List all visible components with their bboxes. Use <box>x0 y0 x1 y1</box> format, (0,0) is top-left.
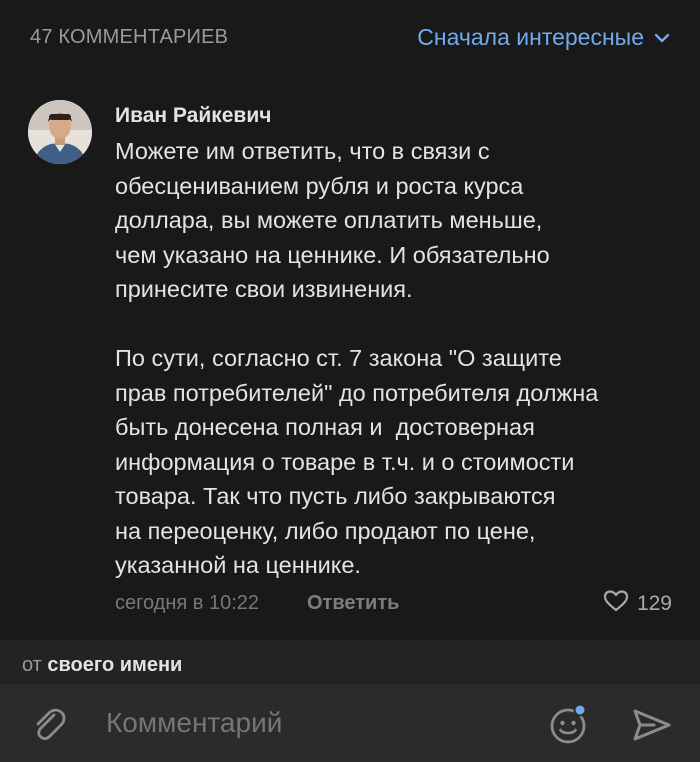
heart-icon <box>603 590 629 618</box>
comment-author[interactable]: Иван Райкевич <box>115 104 271 128</box>
comment-timestamp: сегодня в 10:22 <box>115 592 259 614</box>
chevron-down-icon <box>654 33 670 43</box>
sort-dropdown[interactable]: Сначала интересные <box>417 24 670 51</box>
paperclip-icon[interactable] <box>30 706 68 749</box>
comment-input[interactable] <box>104 706 528 740</box>
sender-label: от своего имени <box>22 654 182 677</box>
emoji-icon[interactable] <box>546 702 592 751</box>
comment-item: Иван Райкевич Можете им ответить, что в … <box>0 78 700 640</box>
send-icon[interactable] <box>632 708 672 747</box>
reply-button[interactable]: Ответить <box>307 592 399 615</box>
comments-count: 47 КОММЕНТАРИЕВ <box>30 26 229 48</box>
comments-header: 47 КОММЕНТАРИЕВ Сначала интересные <box>0 0 700 78</box>
sender-name: своего имени <box>47 654 183 676</box>
comment-text: Можете им ответить, что в связи с обесце… <box>115 138 599 578</box>
comment-composer <box>0 684 700 762</box>
sender-selector[interactable]: от своего имени <box>0 640 700 684</box>
sort-label: Сначала интересные <box>417 24 644 50</box>
like-button[interactable]: 129 <box>603 590 672 618</box>
avatar[interactable] <box>28 100 92 164</box>
like-count: 129 <box>636 592 672 615</box>
sender-prefix: от <box>22 654 42 676</box>
